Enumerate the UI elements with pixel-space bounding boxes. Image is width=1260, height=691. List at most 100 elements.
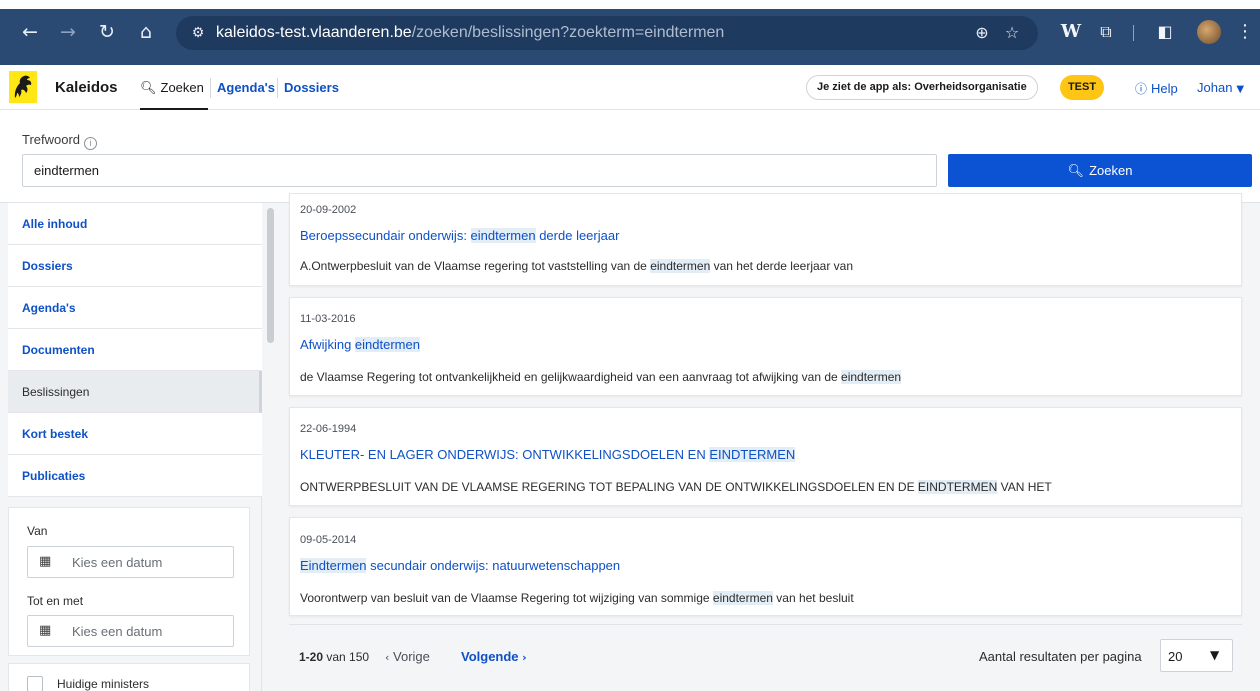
profile-avatar[interactable]: [1197, 20, 1221, 44]
result-title[interactable]: Afwijking eindtermen: [300, 337, 420, 352]
van-date-input[interactable]: ▦ Kies een datum: [27, 546, 234, 578]
extensions-puzzle-icon[interactable]: ⧉: [1094, 20, 1118, 44]
result-card[interactable]: 11-03-2016 Afwijking eindtermen de Vlaam…: [289, 297, 1242, 396]
ministers-label[interactable]: Huidige ministers: [57, 677, 149, 691]
title-text: KLEUTER- EN LAGER ONDERWIJS: ONTWIKKELIN…: [300, 447, 710, 462]
title-highlight: eindtermen: [354, 337, 420, 352]
result-date: 11-03-2016: [300, 313, 356, 325]
per-page-label: Aantal resultaten per pagina: [979, 649, 1142, 664]
results-list: 20-09-2002 Beroepssecundair onderwijs: e…: [278, 193, 1260, 691]
title-highlight: eindtermen: [470, 228, 536, 243]
side-panel-icon[interactable]: ◧: [1153, 20, 1177, 44]
next-page-button[interactable]: Volgende ›: [461, 649, 527, 664]
tot-date-input[interactable]: ▦ Kies een datum: [27, 615, 234, 647]
result-title[interactable]: Beroepssecundair onderwijs: eindtermen d…: [300, 228, 619, 243]
user-menu[interactable]: Johan ▼: [1197, 80, 1244, 95]
tot-placeholder: Kies een datum: [72, 624, 163, 639]
snippet-highlight: eindtermen: [712, 591, 773, 605]
result-title[interactable]: Eindtermen secundair onderwijs: natuurwe…: [300, 558, 620, 573]
home-icon[interactable]: ⌂: [134, 20, 158, 44]
result-snippet: de Vlaamse Regering tot ontvankelijkheid…: [300, 370, 902, 384]
result-card[interactable]: 09-05-2014 Eindtermen secundair onderwij…: [289, 517, 1242, 616]
browser-menu-icon[interactable]: ⋮: [1236, 20, 1254, 44]
bookmark-star-icon[interactable]: ☆: [1002, 23, 1022, 43]
zoom-icon[interactable]: ⊕: [972, 23, 992, 43]
snippet-text: A.Ontwerpbesluit van de Vlaamse regering…: [300, 259, 651, 273]
search-section: Trefwoordi 🔍︎ Zoeken: [0, 110, 1260, 203]
nav-dossiers[interactable]: Dossiers: [284, 65, 339, 110]
address-bar[interactable]: ⚙ kaleidos-test.vlaanderen.be/zoeken/bes…: [176, 16, 1038, 50]
url-text[interactable]: kaleidos-test.vlaanderen.be/zoeken/besli…: [216, 24, 724, 42]
reload-icon[interactable]: ↻: [95, 20, 119, 44]
environment-badge: TEST: [1060, 75, 1104, 100]
user-name: Johan: [1197, 80, 1233, 95]
result-snippet: ONTWERPBESLUIT VAN DE VLAAMSE REGERING T…: [300, 480, 1052, 494]
filter-sidebar: Alle inhoud Dossiers Agenda's Documenten…: [0, 203, 262, 691]
chevron-right-icon: ›: [522, 651, 527, 664]
chevron-down-icon: ▼: [1210, 648, 1220, 662]
snippet-text: van het besluit: [772, 591, 854, 605]
sidebar-item-beslissingen[interactable]: Beslissingen: [8, 371, 262, 413]
toolbar-divider: [1133, 25, 1134, 41]
per-page-value: 20: [1168, 649, 1183, 664]
help-icon: ⓘ: [1135, 82, 1148, 96]
result-date: 22-06-1994: [300, 423, 357, 435]
ministers-filter: Huidige ministers: [8, 663, 250, 691]
prev-label: Vorige: [393, 649, 430, 664]
next-label: Volgende: [461, 649, 519, 664]
nav-search-label: Zoeken: [160, 80, 204, 95]
sidebar-item-documenten[interactable]: Documenten: [8, 329, 262, 371]
sidebar-item-kort-bestek[interactable]: Kort bestek: [8, 413, 262, 455]
site-settings-icon[interactable]: ⚙: [188, 23, 208, 43]
result-title[interactable]: KLEUTER- EN LAGER ONDERWIJS: ONTWIKKELIN…: [300, 447, 796, 462]
per-page-select[interactable]: 20 ▼: [1160, 639, 1233, 672]
snippet-highlight: eindtermen: [841, 370, 902, 384]
van-placeholder: Kies een datum: [72, 555, 163, 570]
snippet-text: ONTWERPBESLUIT VAN DE VLAAMSE REGERING T…: [300, 480, 918, 494]
result-card[interactable]: 20-09-2002 Beroepssecundair onderwijs: e…: [289, 193, 1242, 286]
app-header: Kaleidos 🔍︎ Zoeken Agenda's Dossiers Je z…: [0, 65, 1260, 110]
result-snippet: Voorontwerp van besluit van de Vlaamse R…: [300, 591, 854, 605]
forward-icon[interactable]: →: [56, 20, 80, 44]
title-text: secundair onderwijs: natuurwetenschappen: [366, 558, 621, 573]
pagination-bar: 1-20 van 150 ‹ Vorige Volgende › Aantal …: [289, 624, 1242, 691]
ministers-checkbox[interactable]: [27, 676, 43, 691]
snippet-highlight: EINDTERMEN: [917, 480, 998, 494]
wikipedia-extension-icon[interactable]: W: [1058, 20, 1084, 44]
chevron-down-icon: ▼: [1236, 84, 1245, 95]
van-label: Van: [27, 524, 48, 538]
snippet-text: Voorontwerp van besluit van de Vlaamse R…: [300, 591, 713, 605]
previous-page-button[interactable]: ‹ Vorige: [385, 649, 430, 664]
title-highlight: Eindtermen: [300, 558, 367, 573]
title-text: Beroepssecundair onderwijs:: [300, 228, 471, 243]
brand-name[interactable]: Kaleidos: [55, 79, 118, 96]
nav-search[interactable]: 🔍︎ Zoeken: [140, 65, 208, 110]
role-indicator[interactable]: Je ziet de app als: Overheidsorganisatie: [806, 75, 1038, 100]
search-label-row: Trefwoord i: [22, 132, 98, 150]
scrollbar-thumb[interactable]: [267, 208, 274, 343]
sidebar-item-dossiers[interactable]: Dossiers: [8, 245, 262, 287]
snippet-text: de Vlaamse Regering tot ontvankelijkheid…: [300, 370, 842, 384]
flanders-lion-logo[interactable]: [9, 71, 37, 103]
calendar-icon: ▦: [39, 623, 52, 638]
sidebar-item-agendas[interactable]: Agenda's: [8, 287, 262, 329]
date-filter: Van ▦ Kies een datum Tot en met ▦ Kies e…: [8, 507, 250, 656]
nav-divider: [277, 78, 278, 98]
search-button[interactable]: 🔍︎ Zoeken: [948, 154, 1252, 187]
result-card[interactable]: 22-06-1994 KLEUTER- EN LAGER ONDERWIJS: …: [289, 407, 1242, 506]
help-link[interactable]: ⓘ Help: [1135, 80, 1178, 97]
sidebar-item-alle-inhoud[interactable]: Alle inhoud: [8, 203, 262, 245]
window-top-edge: [0, 0, 1260, 9]
url-host: kaleidos-test.vlaanderen.be: [216, 24, 412, 41]
title-text: derde leerjaar: [535, 228, 620, 243]
back-icon[interactable]: ←: [18, 20, 42, 44]
search-input[interactable]: [22, 154, 937, 187]
search-label: Trefwoord: [22, 132, 81, 147]
nav-divider: [210, 78, 211, 98]
sidebar-item-publicaties[interactable]: Publicaties: [8, 455, 262, 497]
nav-agendas[interactable]: Agenda's: [217, 65, 275, 110]
info-icon[interactable]: i: [84, 137, 98, 150]
calendar-icon: ▦: [39, 554, 52, 569]
result-snippet: A.Ontwerpbesluit van de Vlaamse regering…: [300, 259, 853, 273]
result-date: 20-09-2002: [300, 204, 357, 216]
